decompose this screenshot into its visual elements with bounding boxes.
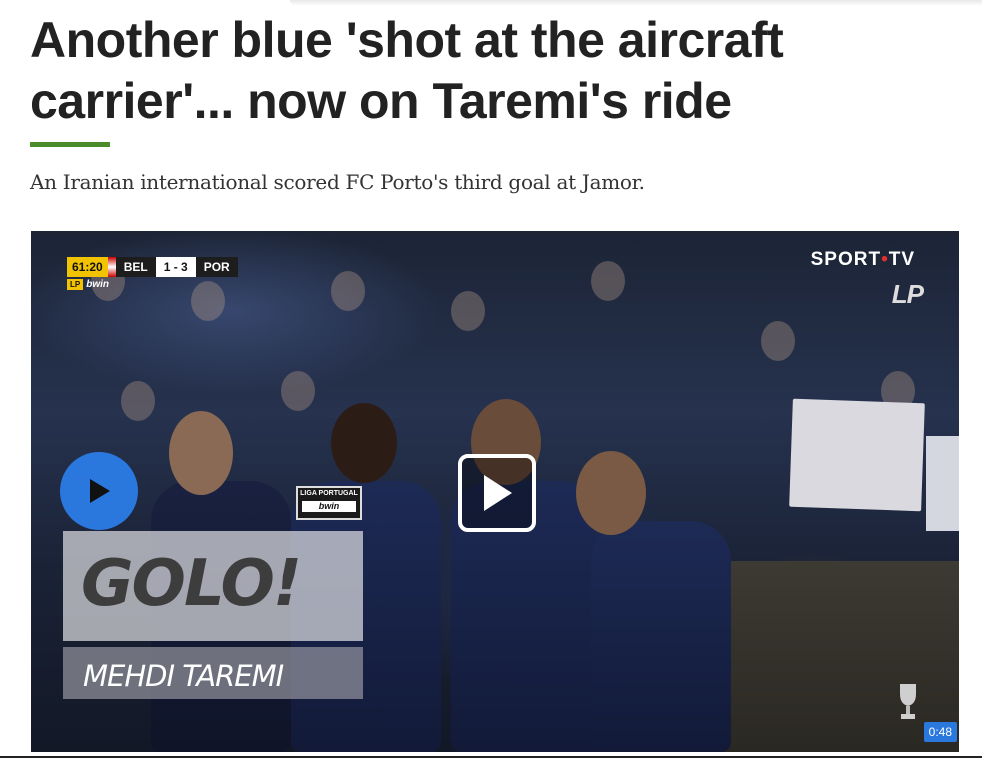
liga-portugal-badge: LIGA PORTUGAL bwin xyxy=(296,486,362,520)
scorebug-sponsor: LP bwin xyxy=(67,279,109,290)
crowd-figure xyxy=(281,371,315,411)
browser-top-edge xyxy=(290,0,982,6)
liga-badge-sponsor: bwin xyxy=(302,501,356,512)
lp-badge: LP xyxy=(67,279,84,290)
play-button[interactable] xyxy=(60,452,138,530)
article-subtitle: An Iranian international scored FC Porto… xyxy=(30,170,645,194)
crowd-figure xyxy=(191,281,225,321)
play-icon xyxy=(90,479,110,503)
scorebug: 61:20 BEL 1 - 3 POR xyxy=(67,257,238,277)
player-head xyxy=(169,411,233,495)
trophy-icon xyxy=(900,684,916,719)
crowd-figure xyxy=(591,261,625,301)
away-team: POR xyxy=(195,257,238,277)
broadcaster-name-part1: SPORT xyxy=(810,249,882,270)
sponsor-label: bwin xyxy=(86,279,110,290)
article-headline: Another blue 'shot at the aircraft carri… xyxy=(30,12,784,129)
fan-sign xyxy=(789,398,925,512)
league-logo: LP xyxy=(891,279,924,309)
stadium-wall xyxy=(691,561,959,752)
liga-badge-title: LIGA PORTUGAL xyxy=(300,490,358,497)
goal-overlay-title: GOLO! xyxy=(81,547,302,621)
home-team: BEL xyxy=(115,257,156,277)
player-head xyxy=(576,451,646,535)
play-icon xyxy=(484,475,512,511)
crowd-figure xyxy=(331,271,365,311)
broadcaster-name-part2: TV xyxy=(888,249,915,270)
center-play-button[interactable] xyxy=(458,454,536,532)
crowd-figure xyxy=(761,321,795,361)
broadcaster-dot: • xyxy=(881,249,889,270)
player-figure xyxy=(591,521,731,752)
content-divider xyxy=(0,756,982,758)
crowd-figure xyxy=(451,291,485,331)
headline-accent-bar xyxy=(30,142,110,147)
video-player[interactable]: 61:20 BEL 1 - 3 POR LP bwin SPORT•TV LP … xyxy=(31,231,959,752)
goal-scorer-name: MEHDI TAREMI xyxy=(83,659,284,693)
match-score: 1 - 3 xyxy=(155,257,196,277)
crowd-figure xyxy=(121,381,155,421)
flag-icon xyxy=(107,257,116,277)
match-time: 61:20 xyxy=(67,257,108,277)
video-duration: 0:48 xyxy=(923,722,957,742)
broadcaster-logo: SPORT•TV xyxy=(811,249,915,271)
fan-sign xyxy=(926,436,959,531)
player-head xyxy=(331,403,397,483)
